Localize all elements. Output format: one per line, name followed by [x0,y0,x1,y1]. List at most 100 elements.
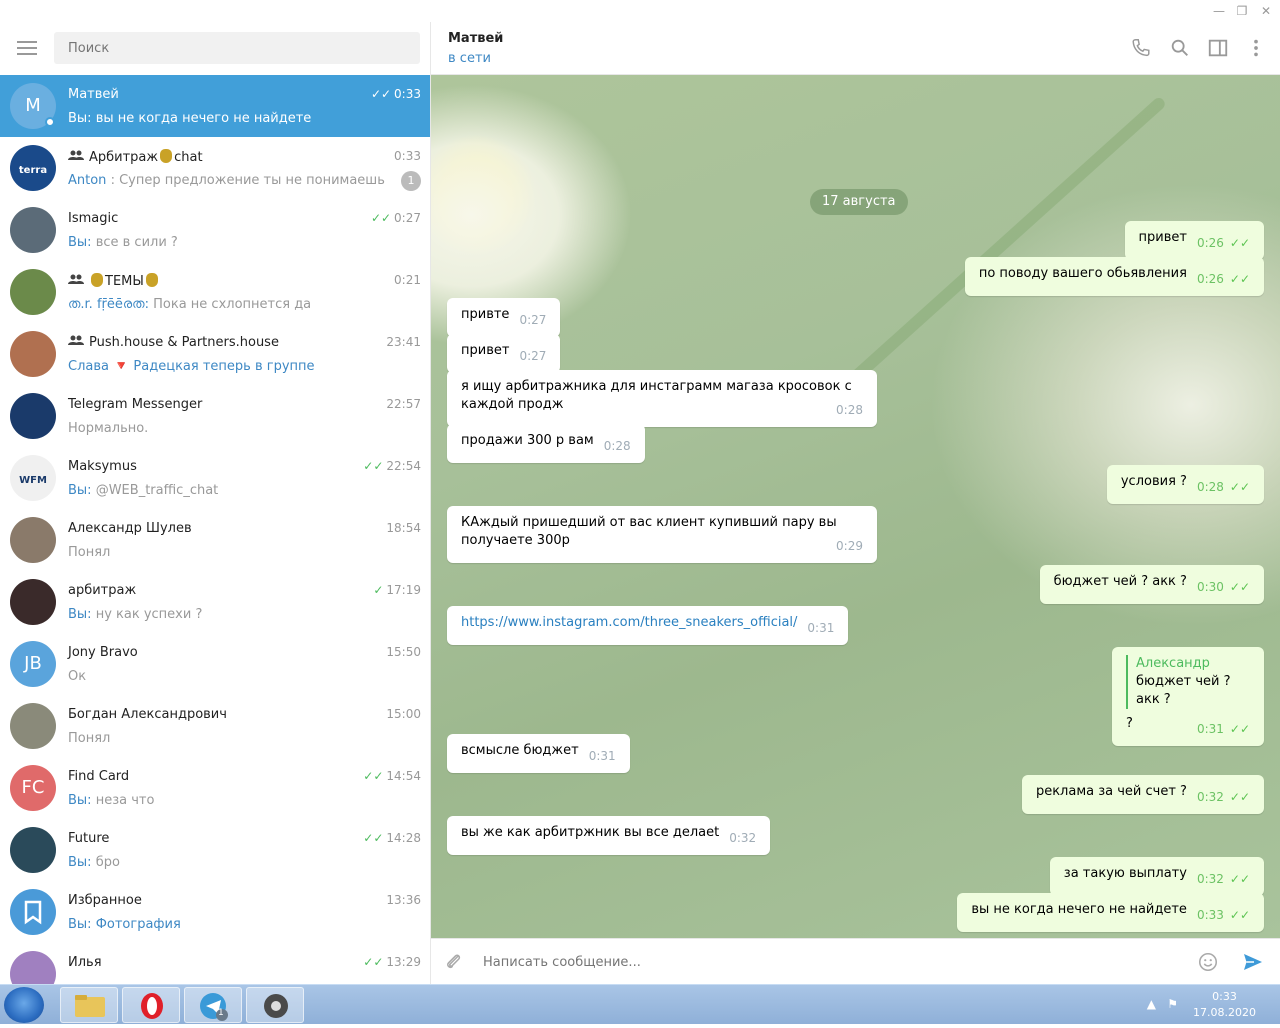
message-text: реклама за чей счет ? [1035,784,1187,799]
chat-time: 15:00 [386,707,421,721]
phone-icon[interactable] [1130,37,1152,59]
opera-taskbar-button[interactable] [122,987,180,1023]
attach-icon[interactable] [443,951,465,973]
message-meta: 0:27 [519,347,546,365]
incoming-message[interactable]: привте 0:27 [447,298,561,337]
chat-time-text: 18:54 [386,521,421,535]
chat-list-item[interactable]: Telegram Messenger Нормально. 22:57 [0,385,430,447]
close-icon[interactable]: ✕ [1254,2,1278,20]
preview-sender: Anton [68,173,107,188]
chat-name: Богдан Александрович [68,707,227,722]
preview-text: Понял [68,731,111,746]
outgoing-message[interactable]: вы не когда нечего не найдете 0:33 ✓✓ [957,893,1264,932]
incoming-message[interactable]: всмысле бюджет 0:31 [447,734,630,773]
chat-preview: Вы: все в сили ? [68,235,393,250]
chat-time-text: 14:28 [386,831,421,845]
chat-preview: Вы: Фотография [68,917,393,932]
incoming-message[interactable]: привет 0:27 [447,334,561,373]
action-center-flag-icon[interactable]: ⚑ [1167,997,1178,1011]
chat-list-item[interactable]: Ismagic Вы: все в сили ? ✓✓ 0:27 [0,199,430,261]
message-composer [431,938,1280,984]
outgoing-message[interactable]: привет 0:26 ✓✓ [1124,221,1264,260]
unread-badge: 1 [401,171,421,191]
message-text: вы же как арбитржник вы все делаеt [461,825,720,840]
send-icon[interactable] [1241,950,1265,974]
hamburger-menu-icon[interactable] [17,41,37,55]
chat-preview: Вы: ну как успехи ? [68,607,393,622]
app-taskbar-button[interactable] [246,987,304,1023]
outgoing-message[interactable]: по поводу вашего обьявления 0:26 ✓✓ [964,257,1264,296]
emoji-icon[interactable] [1197,951,1219,973]
outgoing-message[interactable]: Александр бюджет чей ? акк ?? 0:31 ✓✓ [1112,647,1264,746]
preview-sender: Слава 🔻 Радецкая теперь в группе [68,359,315,374]
chat-time-text: 22:57 [386,397,421,411]
telegram-taskbar-button[interactable]: 1 [184,987,242,1023]
outgoing-message[interactable]: условия ? 0:28 ✓✓ [1106,465,1264,504]
chat-list-item[interactable]: JB Jony Bravo Ок 15:50 [0,633,430,695]
incoming-message[interactable]: https://www.instagram.com/three_sneakers… [447,606,849,645]
chat-time: 23:41 [386,335,421,349]
chat-list-item[interactable]: terra leads Арбитраж chat Anton : Супер пре… [0,137,430,199]
chat-list-item[interactable]: Избранное Вы: Фотография 13:36 [0,881,430,943]
chat-preview: ത.r. fṝēēരത: Пока не схлопнется да [68,297,393,312]
explorer-taskbar-button[interactable] [60,987,118,1023]
chat-list-item[interactable]: Push.house & Partners.house Слава 🔻 Радец… [0,323,430,385]
message-meta: 0:32 ✓✓ [1197,870,1250,888]
app-icon [264,994,288,1018]
chat-list-item[interactable]: Богдан Александрович Понял 15:00 [0,695,430,757]
message-input[interactable] [483,947,1183,977]
chat-name: Арбитраж chat [68,149,203,165]
message-text: привте [461,307,510,322]
sidebar-toggle-icon[interactable] [1207,37,1229,59]
chat-list-item[interactable]: Илья ✓✓ 13:29 [0,943,430,984]
double-check-icon: ✓✓ [1229,480,1250,494]
incoming-message[interactable]: я ищу арбитражника для инстаграмм магаза… [447,370,877,427]
preview-sender: Вы: [68,483,92,498]
chat-title[interactable]: Матвей [448,31,503,46]
chat-list-item[interactable]: WFM Maksymus Вы: @WEB_traffic_chat ✓✓ 22:54 [0,447,430,509]
chat-time: 15:50 [386,645,421,659]
chat-list-item[interactable]: М Матвей Вы: вы не когда нечего не найдете… [0,75,430,137]
chat-time-text: 0:33 [394,87,421,101]
message-meta: 0:30 ✓✓ [1197,578,1250,596]
chat-list-panel: М Матвей Вы: вы не когда нечего не найдете… [0,22,431,984]
online-status: в сети [448,51,491,66]
tray-expand-icon[interactable]: ▲ [1147,997,1156,1011]
preview-text: ну как успехи ? [95,607,203,622]
maximize-icon[interactable]: ❐ [1230,2,1254,20]
incoming-message[interactable]: вы же как арбитржник вы все делаеt 0:32 [447,816,771,855]
message-time: 0:32 [1196,790,1224,804]
conversation-panel: Матвей в сети 17 августа привет 0:26 ✓✓ по … [431,22,1280,984]
outgoing-message[interactable]: реклама за чей счет ? 0:32 ✓✓ [1021,775,1264,814]
preview-text: Ок [68,669,87,684]
more-options-icon[interactable] [1245,37,1267,59]
moneybag-icon [145,273,158,287]
outgoing-message[interactable]: бюджет чей ? акк ? 0:30 ✓✓ [1039,565,1264,604]
preview-text: все в сили ? [95,235,178,250]
start-button[interactable] [4,987,44,1023]
message-meta: 0:28 ✓✓ [1197,478,1250,496]
chat-list-item[interactable]: Александр Шулев Понял 18:54 [0,509,430,571]
search-input[interactable] [54,32,420,64]
avatar-text: terra leads [18,165,48,176]
minimize-icon[interactable]: — [1207,2,1231,20]
avatar: FC [10,765,56,811]
chat-time: ✓✓ 13:29 [363,955,421,969]
chat-list-item[interactable]: Future Вы: бро ✓✓ 14:28 [0,819,430,881]
outgoing-message[interactable]: за такую выплату 0:32 ✓✓ [1049,857,1264,896]
chat-time: 13:36 [386,893,421,907]
message-time: 0:27 [519,349,547,363]
chat-list-item[interactable]: арбитраж Вы: ну как успехи ? ✓ 17:19 [0,571,430,633]
avatar-initials: FC [21,777,45,798]
incoming-message[interactable]: продажи 300 р вам 0:28 [447,424,645,463]
search-icon[interactable] [1169,37,1191,59]
telegram-window: — ❐ ✕ М Матвей Вы: вы не когда нечего не н… [0,0,1280,984]
chat-list-item[interactable]: ТЕМЫ ത.r. fṝēēരത: Пока не схлопнется да 0:… [0,261,430,323]
avatar-text: WFM [19,475,47,486]
clock[interactable]: 0:33 17.08.2020 [1193,989,1256,1021]
window-titlebar: — ❐ ✕ [0,0,1280,22]
chat-list-item[interactable]: FC Find Card Вы: неза что ✓✓ 14:54 [0,757,430,819]
message-link[interactable]: https://www.instagram.com/three_sneakers… [461,615,797,630]
reply-quote[interactable]: Александр бюджет чей ? акк ? [1126,655,1250,709]
incoming-message[interactable]: КАждый пришедший от вас клиент купивший … [447,506,877,563]
